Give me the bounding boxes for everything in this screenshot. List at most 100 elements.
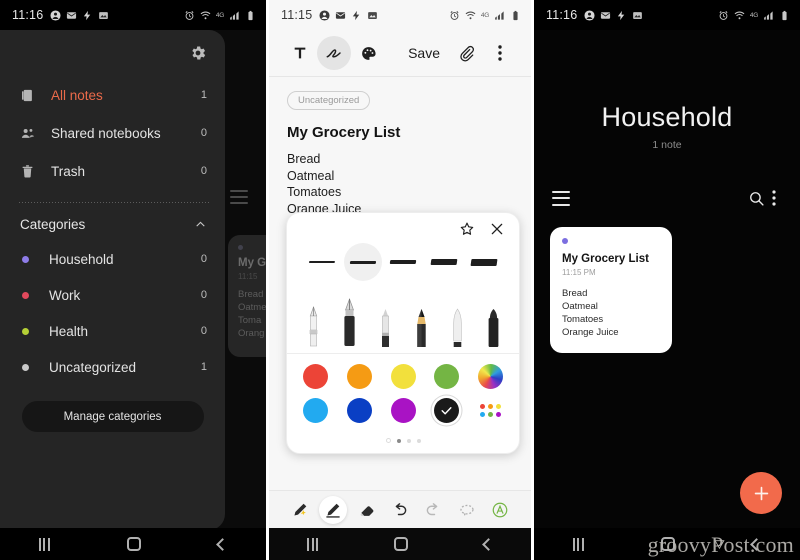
background-hamburger-icon [230, 190, 248, 208]
save-button[interactable]: Save [399, 45, 449, 61]
home-icon[interactable] [126, 537, 141, 551]
color-palette [287, 354, 519, 436]
categories-header[interactable]: Categories [0, 207, 225, 241]
wifi-icon [465, 10, 476, 21]
back-icon[interactable] [216, 537, 230, 551]
more-vertical-icon[interactable] [766, 188, 782, 208]
paperclip-icon[interactable] [449, 36, 483, 70]
drawing-tools-bar [269, 490, 531, 528]
account-icon [584, 9, 595, 21]
color-swatch-black-selected[interactable] [434, 398, 460, 423]
marker-icon[interactable] [445, 307, 469, 347]
stroke-width-option-3[interactable] [384, 243, 422, 281]
more-vertical-icon[interactable] [483, 36, 517, 70]
category-chip[interactable]: Uncategorized [287, 91, 371, 110]
back-icon[interactable] [482, 537, 495, 551]
fountain-pen-icon[interactable] [301, 305, 325, 347]
handwriting-tool-icon[interactable] [317, 36, 351, 70]
sidebar-item-shared-notebooks[interactable]: Shared notebooks 0 [0, 114, 225, 152]
status-bar-time: 11:16 [12, 8, 44, 22]
note-body[interactable]: Bread Oatmeal Tomatoes Orange Juice [287, 151, 531, 217]
category-label: Uncategorized [49, 359, 137, 375]
color-swatch-lightblue[interactable] [303, 398, 328, 423]
flash-icon [351, 10, 362, 21]
sidebar-item-count: 1 [200, 89, 207, 101]
status-bar-panel1: 11:16 4G [0, 0, 266, 30]
pencil-icon[interactable] [409, 307, 433, 347]
category-color-dot [22, 327, 29, 335]
recents-icon[interactable] [38, 537, 50, 551]
stroke-width-option-5[interactable] [465, 243, 503, 281]
popup-page-indicator [287, 436, 519, 453]
page-dot-active[interactable] [396, 438, 401, 443]
star-icon[interactable] [459, 221, 475, 237]
color-swatch-green[interactable] [434, 364, 460, 389]
note-title[interactable]: My Grocery List [287, 124, 531, 141]
image-icon [632, 10, 643, 21]
background-note-card: My G 11:15 Bread Oatme Toma Orang [228, 235, 266, 357]
sidebar-item-all-notes[interactable]: All notes 1 [0, 76, 225, 114]
manage-categories-button[interactable]: Manage categories [21, 401, 204, 432]
panel-category-list: 11:16 4G Household 1 note My Grocery Lis… [534, 0, 800, 560]
add-note-fab[interactable] [740, 472, 782, 514]
battery-icon [245, 10, 256, 21]
category-item-health[interactable]: Health 0 [0, 313, 225, 349]
calligraphy-pen-icon[interactable] [337, 297, 361, 347]
sidebar-item-label: Trash [51, 163, 86, 179]
palette-tool-icon[interactable] [351, 36, 385, 70]
hamburger-menu-icon[interactable] [552, 190, 570, 206]
background-note-time: 11:15 [238, 272, 258, 281]
recents-icon[interactable] [572, 537, 584, 551]
home-icon[interactable] [394, 537, 408, 551]
text-tool-icon[interactable] [283, 36, 317, 70]
note-color-dot [238, 245, 243, 250]
category-item-work[interactable]: Work 0 [0, 277, 225, 313]
page-dot[interactable] [406, 438, 411, 443]
image-icon [98, 10, 109, 21]
lasso-select-icon[interactable] [453, 496, 481, 524]
pen-favorite-icon[interactable] [286, 496, 314, 524]
search-icon[interactable] [746, 188, 766, 208]
category-count: 1 [200, 361, 207, 373]
shared-people-icon [20, 126, 37, 141]
page-dot[interactable] [416, 438, 421, 443]
category-color-dot [22, 255, 29, 263]
ballpoint-pen-icon[interactable] [373, 307, 397, 347]
eraser-icon[interactable] [353, 496, 381, 524]
category-item-household[interactable]: Household 0 [0, 241, 225, 277]
page-dot[interactable] [385, 438, 391, 443]
plus-icon [754, 486, 768, 500]
note-card-title: My Grocery List [562, 253, 649, 265]
more-colors-icon[interactable] [478, 398, 503, 423]
close-icon[interactable] [489, 221, 505, 237]
color-swatch-purple[interactable] [390, 398, 416, 423]
sidebar-item-trash[interactable]: Trash 0 [0, 152, 225, 190]
gear-icon[interactable] [189, 44, 207, 62]
color-swatch-yellow[interactable] [390, 364, 416, 389]
page-title: Household [601, 102, 733, 132]
highlighter-icon[interactable] [481, 307, 505, 347]
color-swatch-red[interactable] [303, 364, 328, 389]
color-wheel-icon[interactable] [478, 364, 503, 389]
redo-icon[interactable] [419, 496, 447, 524]
panel-notes-drawer: 11:16 4G My G 11:15 Bread Oatme Toma Ora… [0, 0, 266, 560]
trash-icon [20, 164, 37, 179]
category-item-uncategorized[interactable]: Uncategorized 1 [0, 349, 225, 385]
image-icon [367, 10, 378, 21]
wifi-icon [200, 10, 211, 21]
category-count: 0 [200, 289, 207, 301]
undo-icon[interactable] [386, 496, 414, 524]
stroke-width-option-2[interactable] [343, 243, 382, 281]
background-note-body: Bread Oatme Toma Orang [238, 289, 266, 339]
stroke-width-option-4[interactable] [425, 243, 463, 281]
recents-icon[interactable] [307, 537, 318, 551]
color-swatch-blue[interactable] [346, 398, 372, 423]
category-count: 0 [200, 325, 207, 337]
pen-icon[interactable] [319, 495, 348, 524]
color-swatch-orange[interactable] [346, 364, 372, 389]
status-bar-left-icons [50, 9, 109, 21]
category-count: 0 [200, 253, 207, 265]
note-card[interactable]: My Grocery List 11:15 PM Bread Oatmeal T… [550, 227, 672, 353]
stroke-width-option-1[interactable] [303, 243, 341, 281]
text-recognition-icon[interactable] [486, 496, 514, 524]
